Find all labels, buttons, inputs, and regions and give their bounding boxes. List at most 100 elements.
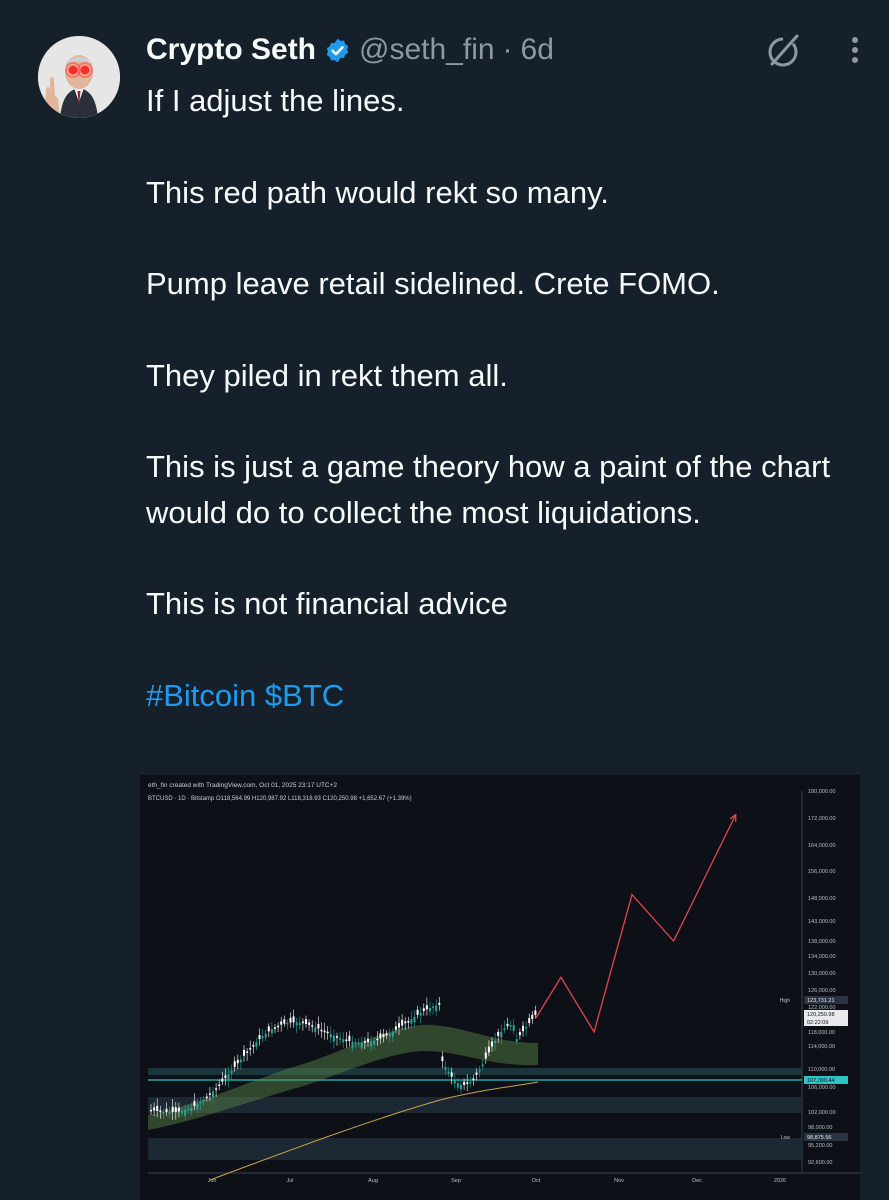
- candle-body: [314, 1027, 317, 1033]
- y-tick-label: 106,000.00: [808, 1085, 836, 1091]
- candle-body: [345, 1039, 348, 1042]
- tweet-paragraph: This is just a game theory how a paint o…: [146, 449, 831, 530]
- candle-body: [184, 1109, 187, 1116]
- candle-body: [332, 1035, 335, 1042]
- tweet-time[interactable]: 6d: [521, 33, 554, 67]
- candle-body: [401, 1019, 404, 1026]
- candle-body: [292, 1016, 295, 1023]
- candle-body: [317, 1023, 320, 1029]
- candle-body: [295, 1022, 298, 1026]
- candle-body: [150, 1109, 152, 1112]
- y-tick-label: 172,000.00: [808, 816, 836, 822]
- candle-body: [512, 1025, 515, 1031]
- candle-body: [274, 1027, 276, 1029]
- y-tick-label: 138,000.00: [808, 939, 836, 945]
- candle-body: [444, 1066, 447, 1070]
- candle-body: [518, 1032, 521, 1036]
- candle-body: [484, 1052, 487, 1059]
- candle-body: [153, 1107, 156, 1111]
- countdown-value: 02:22:09: [807, 1020, 828, 1026]
- x-tick-label: Nov: [614, 1178, 624, 1184]
- high-price-label: High: [780, 998, 791, 1004]
- candle-body: [388, 1033, 391, 1037]
- candle-body: [308, 1022, 311, 1025]
- candle-body: [463, 1081, 466, 1085]
- candle-body: [320, 1029, 323, 1032]
- candle-body: [342, 1039, 345, 1043]
- chart-legend-line: BTCUSD · 1D · Bitstamp O118,564.99 H120,…: [148, 796, 412, 802]
- candle-body: [357, 1042, 360, 1045]
- candle-body: [456, 1083, 459, 1088]
- candle-body: [419, 1012, 422, 1016]
- candle-body: [171, 1106, 174, 1113]
- candle-body: [404, 1021, 407, 1024]
- candle-body: [261, 1036, 264, 1039]
- tweet-paragraph: This red path would rekt so many.: [146, 174, 609, 210]
- candle-body: [236, 1059, 239, 1064]
- candle-body: [181, 1110, 183, 1113]
- candle-body: [156, 1105, 159, 1111]
- x-tick-label: 2026: [774, 1178, 786, 1184]
- candle-body: [373, 1040, 376, 1045]
- tweet-chart-image[interactable]: eth_fin created with TradingView.com, Oc…: [140, 775, 860, 1200]
- candle-body: [301, 1021, 304, 1024]
- author-handle[interactable]: @seth_fin: [359, 33, 495, 67]
- y-tick-label: 102,000.00: [808, 1110, 836, 1116]
- candle-body: [503, 1028, 506, 1030]
- tweet-body: If I adjust the lines. This red path wou…: [146, 78, 861, 718]
- candle-body: [199, 1102, 202, 1104]
- candle-body: [348, 1035, 351, 1042]
- candle-body: [425, 1005, 428, 1010]
- candle-body: [177, 1107, 180, 1112]
- candle-body: [407, 1021, 410, 1023]
- candle-body: [354, 1042, 357, 1045]
- hashtags-link[interactable]: #Bitcoin $BTC: [146, 673, 861, 719]
- more-vertical-icon[interactable]: [849, 30, 861, 70]
- candle-body: [280, 1021, 283, 1025]
- y-tick-label: 98,000.00: [808, 1125, 832, 1131]
- candle-body: [367, 1038, 369, 1043]
- candle-body: [305, 1018, 307, 1024]
- y-tick-label: 114,000.00: [808, 1044, 835, 1050]
- candle-body: [453, 1080, 456, 1084]
- y-tick-label: 143,000.00: [808, 919, 836, 925]
- x-tick-label: Dec: [692, 1178, 702, 1184]
- author-avatar[interactable]: [38, 36, 120, 118]
- candle-body: [472, 1078, 475, 1080]
- candle-body: [212, 1091, 214, 1097]
- candle-body: [370, 1041, 373, 1047]
- candle-body: [215, 1088, 218, 1090]
- candle-body: [525, 1027, 528, 1029]
- candle-body: [258, 1034, 261, 1040]
- candle-body: [246, 1051, 249, 1053]
- candle-body: [478, 1069, 481, 1072]
- candle-body: [339, 1038, 342, 1040]
- candle-body: [494, 1040, 497, 1043]
- y-tick-label: 180,000.00: [808, 789, 836, 795]
- tweet-paragraph: They piled in rekt them all.: [146, 357, 508, 393]
- candle-body: [447, 1072, 450, 1074]
- candle-body: [438, 1002, 441, 1005]
- candle-body: [205, 1096, 208, 1099]
- candle-body: [193, 1100, 196, 1106]
- grok-icon[interactable]: [763, 30, 803, 70]
- candle-body: [416, 1009, 419, 1015]
- tweet-paragraph: If I adjust the lines.: [146, 83, 405, 118]
- price-chart: eth_fin created with TradingView.com, Oc…: [148, 782, 860, 1184]
- candle-body: [385, 1033, 388, 1036]
- candle-body: [159, 1110, 162, 1112]
- candle-body: [298, 1022, 301, 1026]
- author-name[interactable]: Crypto Seth: [146, 33, 316, 67]
- candle-body: [382, 1033, 385, 1037]
- candle-body: [506, 1023, 509, 1027]
- candle-body: [360, 1042, 363, 1049]
- y-tick-label: 110,000.00: [808, 1067, 835, 1073]
- x-tick-label: Aug: [368, 1178, 378, 1184]
- candle-body: [162, 1111, 165, 1114]
- projected-red-path: [535, 814, 737, 1034]
- support-price-value: 107,390.44: [807, 1078, 835, 1084]
- candle-body: [286, 1022, 289, 1025]
- candle-body: [515, 1039, 518, 1042]
- high-price-value: 123,731.21: [807, 998, 835, 1004]
- candle-body: [469, 1082, 472, 1084]
